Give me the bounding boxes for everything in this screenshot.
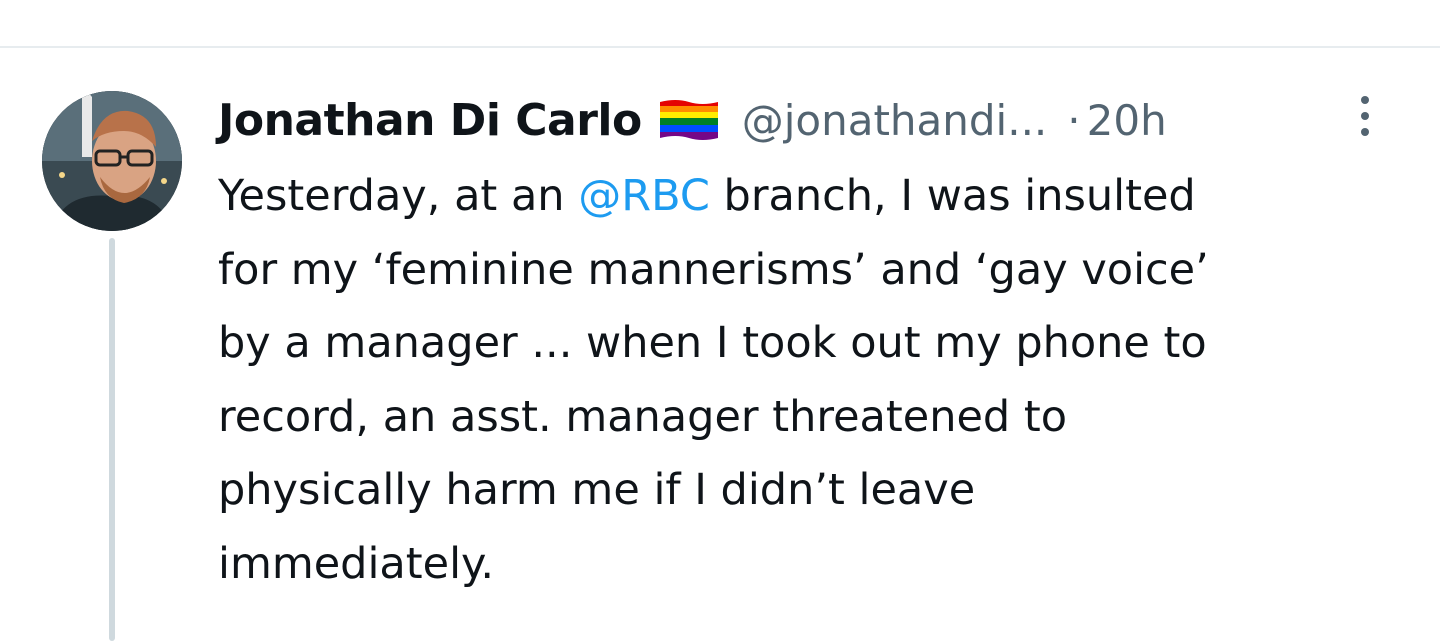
tweet-text-line: immediately. [218,538,495,589]
tweet-text-line: physically harm me if I didn’t leave [218,465,976,515]
tweet-text: Yesterday, at an @RBC branch, I was insu… [218,160,1408,601]
tweet-text-segment: branch, I was insulted [709,171,1196,221]
more-vertical-icon[interactable] [1350,92,1380,140]
author-name[interactable]: Jonathan Di Carlo [218,95,642,146]
rainbow-flag-icon [656,98,722,142]
tweet-text-line: by a manager ... when I took out my phon… [218,318,1207,368]
tweet-text-line: record, an asst. manager threatened to [218,391,1068,442]
tweet-text-segment: Yesterday, at an [218,171,579,221]
author-handle[interactable]: @jonathandi... [742,96,1048,145]
top-divider [0,46,1440,48]
tweet-timestamp[interactable]: 20h [1087,96,1167,145]
avatar-photo [42,91,182,231]
tweet-text-line: for my ‘feminine mannerisms’ and ‘gay vo… [218,244,1209,295]
thread-connector-line [109,238,115,641]
avatar[interactable] [42,91,182,231]
tweet-header: Jonathan Di Carlo @jonathandi... · 20h [218,88,1167,152]
mention-link[interactable]: @RBC [578,171,710,221]
tweet-text-line: Yesterday, at an @RBC branch, I was insu… [218,160,1408,234]
header-separator: · [1067,95,1081,145]
